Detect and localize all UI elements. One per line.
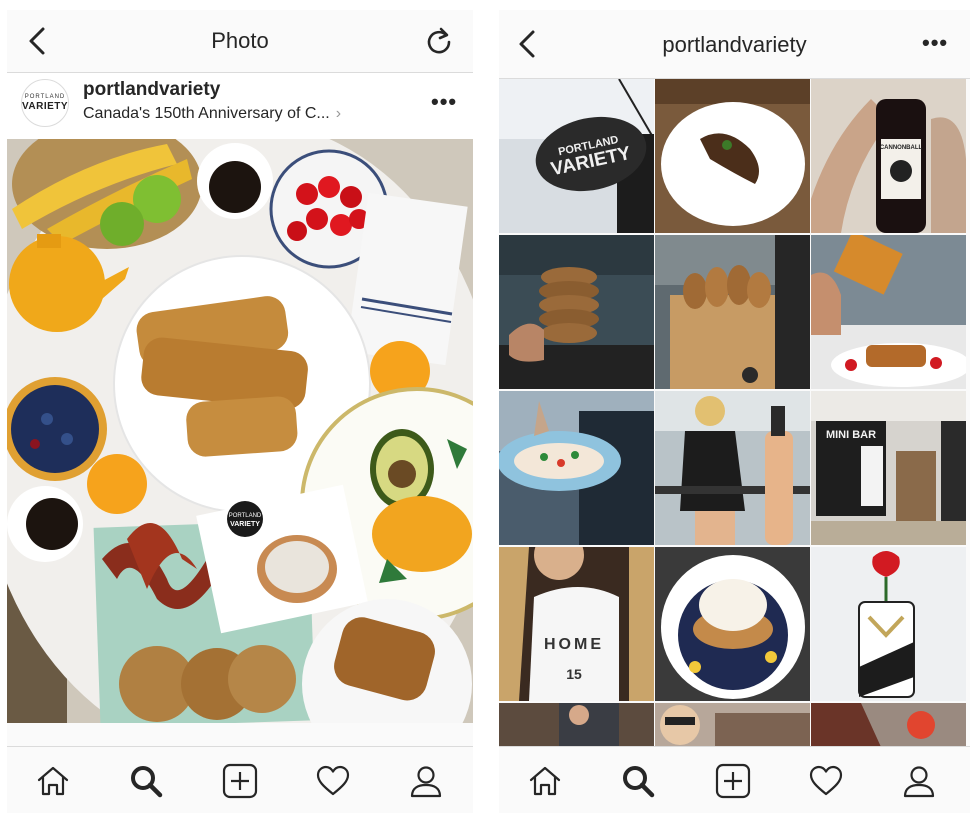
tab-add[interactable] bbox=[713, 761, 753, 801]
profile-username-title: portlandvariety bbox=[662, 32, 807, 57]
grid-photo[interactable]: CANNONBALL bbox=[811, 79, 966, 233]
tab-profile[interactable] bbox=[406, 761, 446, 801]
heart-icon bbox=[809, 765, 843, 796]
partial-photo bbox=[499, 703, 654, 747]
home-icon bbox=[529, 766, 561, 796]
tab-search[interactable] bbox=[126, 761, 166, 801]
top-navigation-bar: portlandvariety ••• bbox=[499, 10, 970, 79]
grid-photo[interactable] bbox=[655, 703, 810, 747]
plated-dish-photo bbox=[655, 79, 810, 233]
mini-bar-photo: MINI BAR bbox=[811, 391, 966, 545]
photo-illustration: PORTLAND VARIETY bbox=[7, 139, 473, 723]
grid-photo[interactable] bbox=[811, 703, 966, 747]
add-icon bbox=[715, 763, 751, 799]
top-navigation-bar: Photo bbox=[7, 10, 473, 73]
wine-bottle-photo: CANNONBALL bbox=[811, 79, 966, 233]
grid-photo[interactable] bbox=[499, 391, 654, 545]
sign-photo: PORTLAND VARIETY bbox=[499, 79, 654, 233]
ice-cream-dessert-photo bbox=[655, 547, 810, 701]
tab-search[interactable] bbox=[618, 761, 658, 801]
tab-add[interactable] bbox=[220, 761, 260, 801]
mini-bar-sign-text: MINI BAR bbox=[826, 429, 876, 441]
profile-icon bbox=[410, 766, 442, 798]
grid-photo[interactable] bbox=[499, 703, 654, 747]
sticker-text-bottom: VARIETY bbox=[230, 521, 260, 528]
woman-with-wine-photo bbox=[655, 391, 810, 545]
profile-options-button[interactable]: ••• bbox=[922, 30, 948, 56]
location-link[interactable]: Canada's 150th Anniversary of C... › bbox=[83, 105, 341, 123]
grid-photo[interactable] bbox=[499, 235, 654, 389]
photo-detail-screen: Photo PORTLAND VARIETY portlandvariety C… bbox=[7, 10, 473, 813]
heart-icon bbox=[316, 765, 350, 796]
tab-activity[interactable] bbox=[313, 761, 353, 801]
grid-photo[interactable] bbox=[655, 79, 810, 233]
profile-grid-screen: portlandvariety ••• PORTLAND VARIETY CAN… bbox=[499, 10, 970, 813]
sticker-text-top: PORTLAND bbox=[229, 513, 262, 519]
pastry-bag-photo bbox=[655, 235, 810, 389]
grid-photo[interactable] bbox=[655, 235, 810, 389]
profile-icon bbox=[903, 766, 935, 798]
grid-photo[interactable]: PORTLAND VARIETY bbox=[499, 79, 654, 233]
grid-photo[interactable]: HOME 15 bbox=[499, 547, 654, 701]
tab-home[interactable] bbox=[525, 761, 565, 801]
grid-photo[interactable]: MINI BAR bbox=[811, 391, 966, 545]
shirt-text: HOME bbox=[544, 636, 604, 653]
username-link[interactable]: portlandvariety bbox=[83, 79, 220, 101]
bottom-tab-bar bbox=[7, 746, 473, 813]
tank-top-photo: HOME 15 bbox=[499, 547, 654, 701]
tab-profile[interactable] bbox=[899, 761, 939, 801]
post-header: PORTLAND VARIETY portlandvariety Canada'… bbox=[7, 73, 473, 139]
ceviche-plate-photo bbox=[499, 391, 654, 545]
tab-activity[interactable] bbox=[806, 761, 846, 801]
screen-title: Photo bbox=[211, 28, 269, 53]
tab-home[interactable] bbox=[33, 761, 73, 801]
avatar-text-bottom: VARIETY bbox=[21, 101, 69, 112]
partial-photo bbox=[811, 703, 966, 747]
search-icon bbox=[623, 766, 655, 798]
post-options-button[interactable]: ••• bbox=[431, 89, 457, 115]
refresh-button[interactable] bbox=[421, 23, 457, 59]
cake-slice-photo bbox=[811, 235, 966, 389]
grid-photo[interactable] bbox=[811, 235, 966, 389]
chevron-right-icon: › bbox=[335, 105, 342, 122]
home-icon bbox=[37, 766, 69, 796]
partial-photo bbox=[655, 703, 810, 747]
location-text: Canada's 150th Anniversary of C... bbox=[83, 105, 330, 122]
grid-photo[interactable] bbox=[811, 547, 966, 701]
bottom-tab-bar bbox=[499, 746, 970, 813]
refresh-icon bbox=[427, 27, 451, 54]
shirt-number: 15 bbox=[566, 666, 582, 682]
avatar[interactable]: PORTLAND VARIETY bbox=[21, 79, 69, 127]
search-icon bbox=[131, 766, 163, 798]
breakfast-spread-photo[interactable]: PORTLAND VARIETY bbox=[7, 139, 473, 723]
cookie-stack-photo bbox=[499, 235, 654, 389]
rose-bottle-photo bbox=[811, 547, 966, 701]
grid-photo[interactable] bbox=[655, 547, 810, 701]
avatar-text-top: PORTLAND bbox=[24, 94, 66, 100]
add-icon bbox=[222, 763, 258, 799]
bottle-label-text: CANNONBALL bbox=[880, 145, 923, 151]
grid-photo[interactable] bbox=[655, 391, 810, 545]
